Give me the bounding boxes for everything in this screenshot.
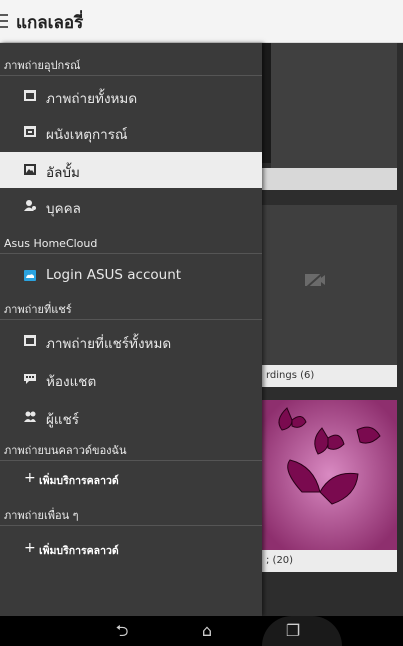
drawer-item-sharers[interactable]: ผู้แชร์ xyxy=(0,399,262,435)
add-cloud-label: เพิ่มบริการคลาวด์ xyxy=(39,545,119,557)
album-tile-butterflies[interactable] xyxy=(262,400,397,550)
album-icon xyxy=(24,164,36,175)
album-grid: rdings (6) ; (20) xyxy=(262,43,403,616)
calendar-icon xyxy=(24,126,36,137)
drawer-item-event-wall[interactable]: ผนังเหตุการณ์ xyxy=(0,114,262,150)
section-shared-photos: ภาพถ่ายที่แชร์ xyxy=(0,300,262,320)
section-friends-photos: ภาพถ่ายเพื่อน ๆ xyxy=(0,506,262,526)
album-thumbnail[interactable] xyxy=(271,43,397,168)
photos-icon xyxy=(24,90,36,101)
drawer-item-login-asus[interactable]: Login ASUS account xyxy=(0,258,262,294)
drawer-item-label: บุคคล xyxy=(46,201,81,217)
section-device-photos: ภาพถ่ายอุปกรณ์ xyxy=(0,56,262,76)
album-caption-recordings: rdings (6) xyxy=(262,365,397,387)
home-icon[interactable]: ⌂ xyxy=(196,620,218,642)
no-thumbnail-icon xyxy=(305,271,325,289)
add-cloud-service-button-friends[interactable]: + เพิ่มบริการคลาวด์ xyxy=(0,535,262,563)
plus-icon: + xyxy=(24,470,36,486)
butterfly-image xyxy=(262,400,397,550)
drawer-item-chat-room[interactable]: ห้องแชต xyxy=(0,361,262,397)
add-cloud-service-button[interactable]: + เพิ่มบริการคลาวด์ xyxy=(0,465,262,493)
album-caption-bar xyxy=(262,168,397,190)
cloud-login-icon xyxy=(24,270,36,281)
chat-icon xyxy=(24,374,36,384)
person-icon xyxy=(24,200,36,211)
plus-icon: + xyxy=(24,540,36,556)
recent-apps-icon[interactable]: ❐ xyxy=(282,620,304,642)
section-asus-homecloud: Asus HomeCloud xyxy=(0,234,262,254)
app-title: แกลเลอรี่ xyxy=(16,13,84,33)
album-caption-butterflies: ; (20) xyxy=(262,550,397,572)
drawer-item-label: ภาพถ่ายที่แชร์ทั้งหมด xyxy=(46,336,172,352)
navigation-drawer: ภาพถ่ายอุปกรณ์ ภาพถ่ายทั้งหมด ผนังเหตุกา… xyxy=(0,43,262,616)
photos-icon xyxy=(24,335,36,346)
drawer-item-label: ผนังเหตุการณ์ xyxy=(46,127,128,143)
drawer-item-label: ผู้แชร์ xyxy=(46,412,80,428)
section-my-cloud-photos: ภาพถ่ายบนคลาวด์ของฉัน xyxy=(0,441,262,461)
album-tile-dark[interactable] xyxy=(262,43,271,163)
people-icon xyxy=(24,411,36,422)
app-bar: แกลเลอรี่ xyxy=(0,0,403,43)
drawer-item-label: อัลบั้ม xyxy=(46,165,80,181)
system-navigation-bar: ⮌ ⌂ ❐ xyxy=(0,616,403,646)
back-icon[interactable]: ⮌ xyxy=(111,620,133,642)
drawer-item-label: ภาพถ่ายทั้งหมด xyxy=(46,91,138,107)
drawer-item-all-shared[interactable]: ภาพถ่ายที่แชร์ทั้งหมด xyxy=(0,323,262,359)
drawer-item-all-photos[interactable]: ภาพถ่ายทั้งหมด xyxy=(0,78,262,114)
drawer-item-people[interactable]: บุคคล xyxy=(0,188,262,224)
album-tile-recordings[interactable] xyxy=(262,205,397,365)
drawer-item-label: ห้องแชต xyxy=(46,374,97,390)
drawer-item-albums[interactable]: อัลบั้ม xyxy=(0,152,262,188)
menu-icon[interactable] xyxy=(0,14,8,28)
drawer-item-label: Login ASUS account xyxy=(46,267,182,283)
add-cloud-label: เพิ่มบริการคลาวด์ xyxy=(39,475,119,487)
